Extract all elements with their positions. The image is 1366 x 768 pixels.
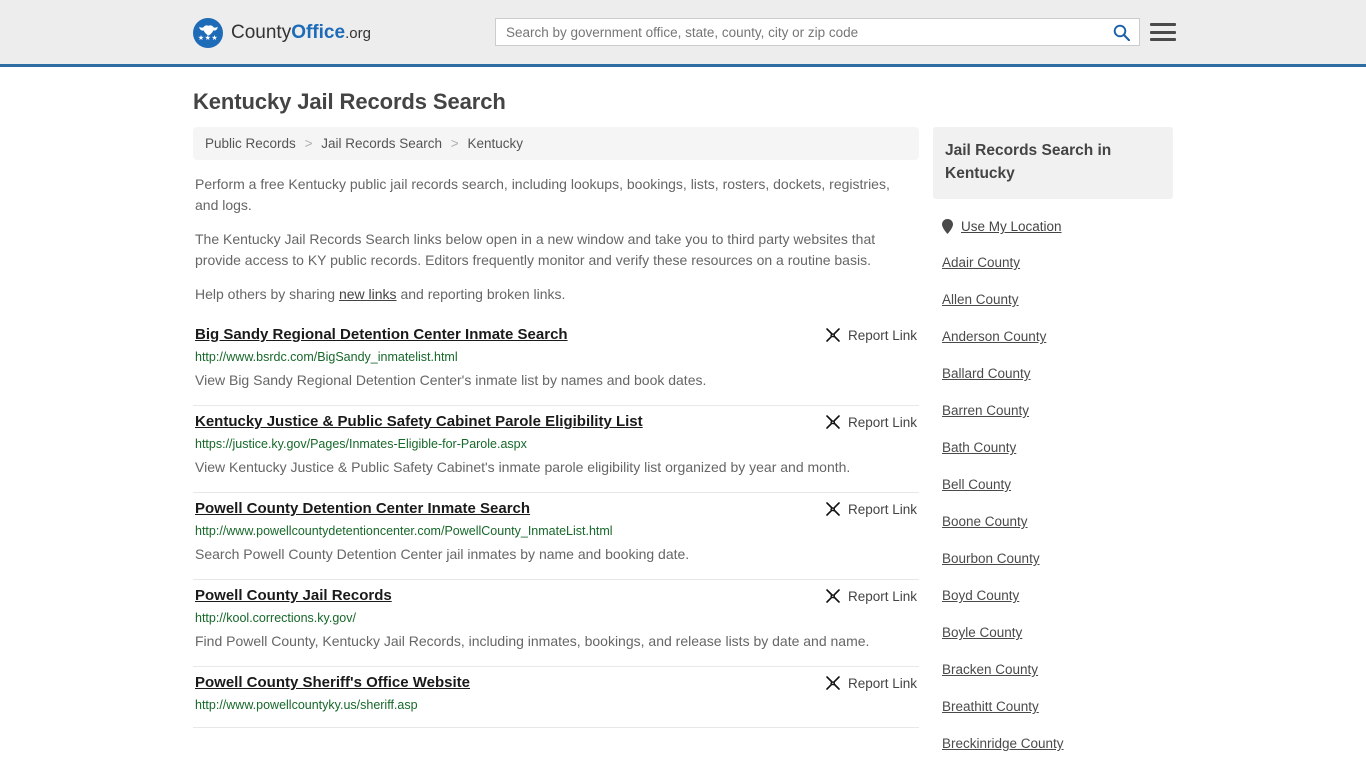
report-link-button[interactable]: Report Link: [825, 675, 917, 691]
map-pin-icon: [942, 219, 953, 234]
report-link-label: Report Link: [847, 501, 917, 517]
county-link-adair[interactable]: Adair County: [942, 255, 1173, 271]
result-title-link[interactable]: Big Sandy Regional Detention Center Inma…: [195, 325, 568, 345]
county-link-bath[interactable]: Bath County: [942, 440, 1173, 456]
report-link-label: Report Link: [847, 675, 917, 691]
county-link-ballard[interactable]: Ballard County: [942, 366, 1173, 382]
menu-bar-1: [1150, 23, 1176, 26]
intro-p3-post: and reporting broken links.: [396, 286, 566, 302]
menu-bar-2: [1150, 30, 1176, 34]
menu-bar-3: [1150, 38, 1176, 41]
page-title: Kentucky Jail Records Search: [193, 89, 506, 114]
result-url[interactable]: http://kool.corrections.ky.gov/: [195, 610, 917, 627]
use-my-location-label: Use My Location: [961, 219, 1062, 234]
breadcrumb-item-jail-records-search[interactable]: Jail Records Search: [321, 136, 442, 151]
report-link-label: Report Link: [847, 588, 917, 604]
report-link-button[interactable]: Report Link: [825, 501, 917, 517]
report-link-label: Report Link: [847, 327, 917, 343]
report-link-button[interactable]: Report Link: [825, 588, 917, 604]
county-link-boyle[interactable]: Boyle County: [942, 625, 1173, 641]
breadcrumb-separator: >: [304, 136, 313, 151]
brand-word-org: .org: [345, 25, 371, 42]
result-header: Big Sandy Regional Detention Center Inma…: [195, 325, 917, 345]
logo-stars: ★★★: [197, 35, 219, 42]
county-link-bracken[interactable]: Bracken County: [942, 662, 1173, 678]
result-description: Search Powell County Detention Center ja…: [195, 546, 690, 562]
result-title-link[interactable]: Powell County Sheriff's Office Website: [195, 673, 470, 693]
brand-word-county: County: [231, 22, 292, 43]
report-link-button[interactable]: Report Link: [825, 414, 917, 430]
county-link-boyd[interactable]: Boyd County: [942, 588, 1173, 604]
intro-paragraph-1: Perform a free Kentucky public jail reco…: [195, 176, 890, 213]
brand-word-office: Office: [291, 22, 346, 43]
intro-paragraph-2: The Kentucky Jail Records Search links b…: [195, 231, 876, 268]
intro-paragraph-3: Help others by sharing new links and rep…: [193, 284, 919, 305]
broken-link-icon: [826, 589, 840, 603]
result-header: Powell County Sheriff's Office Website R…: [195, 673, 917, 693]
result-header: Kentucky Justice & Public Safety Cabinet…: [195, 412, 917, 432]
broken-link-icon: [826, 502, 840, 516]
site-logo[interactable]: ★★★ CountyOffice.org: [193, 18, 371, 48]
site-header: ★★★ CountyOffice.org: [0, 0, 1366, 67]
result-url[interactable]: http://www.powellcountyky.us/sheriff.asp: [195, 697, 917, 714]
county-link-allen[interactable]: Allen County: [942, 292, 1173, 308]
report-link-label: Report Link: [847, 414, 917, 430]
result-title-link[interactable]: Kentucky Justice & Public Safety Cabinet…: [195, 412, 643, 432]
breadcrumb-separator: >: [450, 136, 459, 151]
result-item: Powell County Detention Center Inmate Se…: [193, 493, 919, 580]
breadcrumb: Public Records > Jail Records Search > K…: [193, 127, 919, 160]
page-container: Kentucky Jail Records Search Public Reco…: [0, 89, 1366, 768]
search-input[interactable]: [496, 19, 1103, 45]
result-title-link[interactable]: Powell County Jail Records: [195, 586, 392, 606]
report-link-button[interactable]: Report Link: [825, 327, 917, 343]
countyoffice-eagle-icon: ★★★: [193, 18, 223, 48]
result-description: Find Powell County, Kentucky Jail Record…: [195, 633, 870, 649]
site-logo-text: CountyOffice.org: [231, 23, 371, 43]
result-item: Powell County Sheriff's Office Website R…: [193, 667, 919, 728]
result-url[interactable]: https://justice.ky.gov/Pages/Inmates-Eli…: [195, 436, 917, 453]
county-link-bourbon[interactable]: Bourbon County: [942, 551, 1173, 567]
use-my-location-button[interactable]: Use My Location: [942, 219, 1173, 234]
result-title-link[interactable]: Powell County Detention Center Inmate Se…: [195, 499, 530, 519]
main-column: Public Records > Jail Records Search > K…: [193, 127, 919, 728]
sidebar: Jail Records Search in Kentucky Use My L…: [933, 127, 1173, 768]
result-header: Powell County Detention Center Inmate Se…: [195, 499, 917, 519]
results-list: Big Sandy Regional Detention Center Inma…: [193, 319, 919, 728]
breadcrumb-item-kentucky: Kentucky: [467, 136, 523, 151]
result-header: Powell County Jail Records Report Link: [195, 586, 917, 606]
search-bar[interactable]: [495, 18, 1140, 46]
result-item: Kentucky Justice & Public Safety Cabinet…: [193, 406, 919, 493]
broken-link-icon: [826, 328, 840, 342]
county-link-anderson[interactable]: Anderson County: [942, 329, 1173, 345]
result-url[interactable]: http://www.bsrdc.com/BigSandy_inmatelist…: [195, 349, 917, 366]
county-link-barren[interactable]: Barren County: [942, 403, 1173, 419]
breadcrumb-item-public-records[interactable]: Public Records: [205, 136, 296, 151]
search-button[interactable]: [1103, 19, 1139, 45]
new-links-link[interactable]: new links: [339, 286, 397, 302]
result-description: View Kentucky Justice & Public Safety Ca…: [195, 459, 851, 475]
county-link-bell[interactable]: Bell County: [942, 477, 1173, 493]
result-item: Big Sandy Regional Detention Center Inma…: [193, 319, 919, 406]
county-link-breckinridge[interactable]: Breckinridge County: [942, 736, 1173, 752]
intro-p3-pre: Help others by sharing: [195, 286, 339, 302]
hamburger-menu-icon[interactable]: [1150, 19, 1176, 45]
county-list: Adair County Allen County Anderson Count…: [933, 255, 1173, 768]
broken-link-icon: [826, 415, 840, 429]
sidebar-heading: Jail Records Search in Kentucky: [933, 127, 1173, 199]
result-url[interactable]: http://www.powellcountydetentioncenter.c…: [195, 523, 917, 540]
search-icon: [1113, 24, 1130, 41]
county-link-boone[interactable]: Boone County: [942, 514, 1173, 530]
broken-link-icon: [826, 676, 840, 690]
county-link-breathitt[interactable]: Breathitt County: [942, 699, 1173, 715]
result-item: Powell County Jail Records Report Link h…: [193, 580, 919, 667]
content-columns: Public Records > Jail Records Search > K…: [193, 127, 1173, 768]
result-description: View Big Sandy Regional Detention Center…: [195, 372, 707, 388]
